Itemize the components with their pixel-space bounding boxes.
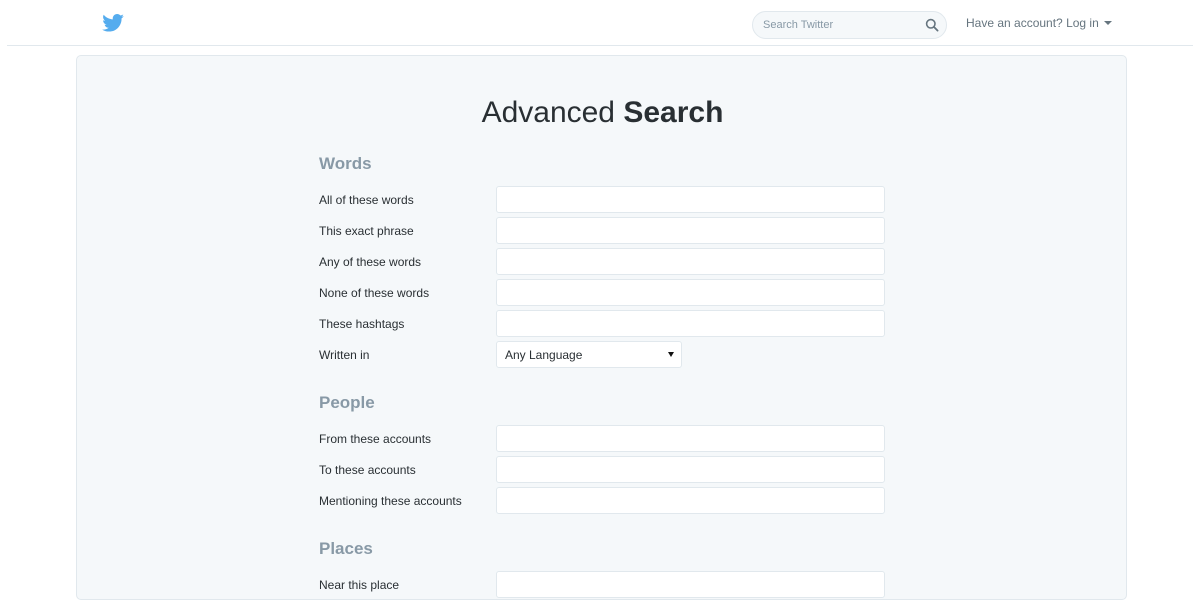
near-place-input[interactable] <box>496 571 885 598</box>
language-select-value: Any Language <box>505 348 583 362</box>
label-written-in: Written in <box>319 348 370 362</box>
caret-down-icon <box>1103 21 1112 25</box>
label-hashtags: These hashtags <box>319 317 405 331</box>
page-title: Advanced Search <box>77 95 1128 131</box>
language-select[interactable]: Any Language <box>496 341 682 368</box>
label-from-accounts: From these accounts <box>319 432 432 446</box>
mentioning-accounts-input[interactable] <box>496 487 885 514</box>
label-any-words: Any of these words <box>319 255 422 269</box>
any-words-input[interactable] <box>496 248 885 275</box>
none-words-input[interactable] <box>496 279 885 306</box>
top-bar: Have an account? Log in <box>0 0 1193 46</box>
login-label: Have an account? Log in <box>966 16 1099 30</box>
label-none-words: None of these words <box>319 286 430 300</box>
to-accounts-input[interactable] <box>496 456 885 483</box>
search-box <box>752 11 947 39</box>
section-title-places: Places <box>319 539 373 558</box>
page-title-light: Advanced <box>481 96 624 129</box>
all-words-input[interactable] <box>496 186 885 213</box>
label-to-accounts: To these accounts <box>319 463 416 477</box>
section-title-people: People <box>319 393 375 412</box>
page-title-bold: Search <box>623 96 724 129</box>
advanced-search-panel: Advanced Search Words All of these words… <box>76 55 1127 600</box>
login-dropdown[interactable]: Have an account? Log in <box>966 16 1112 30</box>
exact-phrase-input[interactable] <box>496 217 885 244</box>
hashtags-input[interactable] <box>496 310 885 337</box>
caret-down-icon <box>668 352 674 357</box>
label-exact-phrase: This exact phrase <box>319 224 414 238</box>
label-mentioning-accounts: Mentioning these accounts <box>319 494 462 508</box>
label-all-words: All of these words <box>319 193 414 207</box>
section-title-words: Words <box>319 154 372 173</box>
search-input[interactable] <box>763 16 913 34</box>
from-accounts-input[interactable] <box>496 425 885 452</box>
header-divider <box>7 45 1193 46</box>
twitter-bird-icon[interactable] <box>102 14 124 32</box>
search-icon[interactable] <box>925 18 939 32</box>
